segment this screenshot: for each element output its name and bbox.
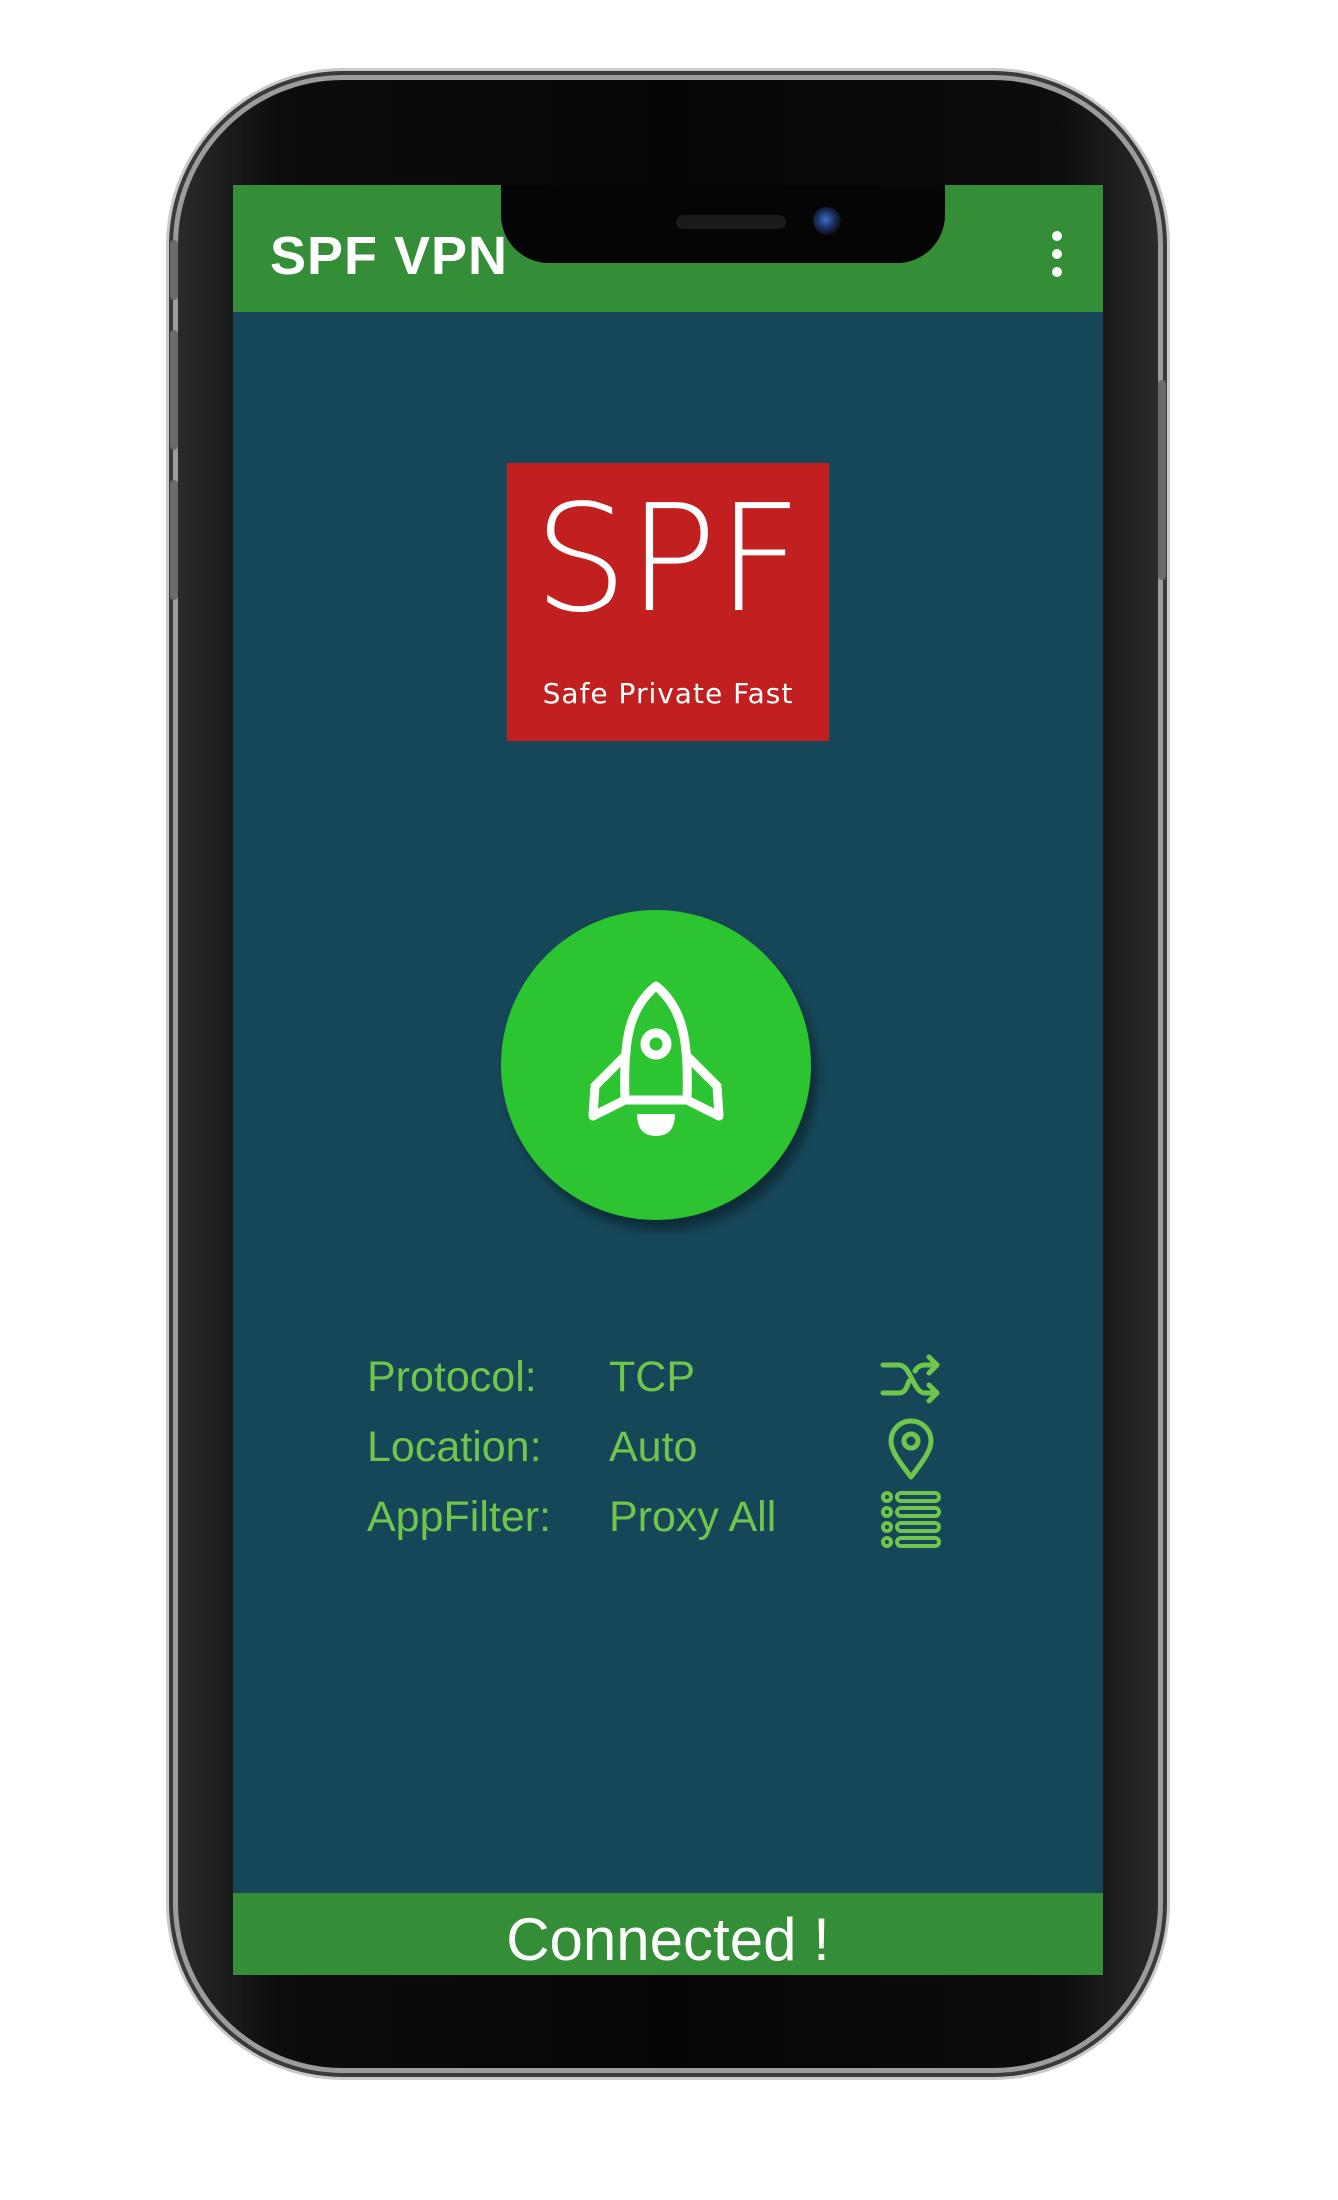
connect-button[interactable] [501,910,811,1220]
appfilter-label: AppFilter: [367,1493,552,1541]
app-screen: SPF VPN SPF Safe Private Fast Protocol: … [233,185,1103,1975]
logo-tagline: Safe Private Fast [542,677,794,710]
location-value: Auto [609,1423,698,1471]
location-pin-icon[interactable] [879,1417,943,1481]
mute-switch [170,240,178,300]
info-row-location: Location: Auto [233,1417,1103,1483]
earpiece-speaker [676,215,786,229]
info-row-appfilter: AppFilter: Proxy All [233,1487,1103,1553]
info-row-protocol: Protocol: TCP [233,1347,1103,1413]
spf-logo: SPF Safe Private Fast [507,463,829,741]
protocol-value: TCP [609,1353,695,1401]
more-vert-icon [1052,231,1062,277]
volume-up-button [170,330,178,450]
rocket-icon [588,981,724,1136]
front-camera [813,207,841,235]
connection-status-text: Connected ! [506,1906,830,1973]
phone-frame: SPF VPN SPF Safe Private Fast Protocol: … [170,80,1166,2068]
shuffle-icon[interactable] [879,1347,943,1411]
connection-status-bar: Connected ! [233,1893,1103,1975]
location-label: Location: [367,1423,542,1471]
more-options-button[interactable] [1045,227,1069,281]
volume-down-button [170,480,178,600]
logo-mark: SPF [533,473,803,645]
appfilter-value: Proxy All [609,1493,777,1541]
protocol-label: Protocol: [367,1353,537,1401]
power-button [1158,380,1166,580]
app-title: SPF VPN [270,226,509,286]
notch [501,185,945,263]
list-icon[interactable] [879,1487,943,1551]
